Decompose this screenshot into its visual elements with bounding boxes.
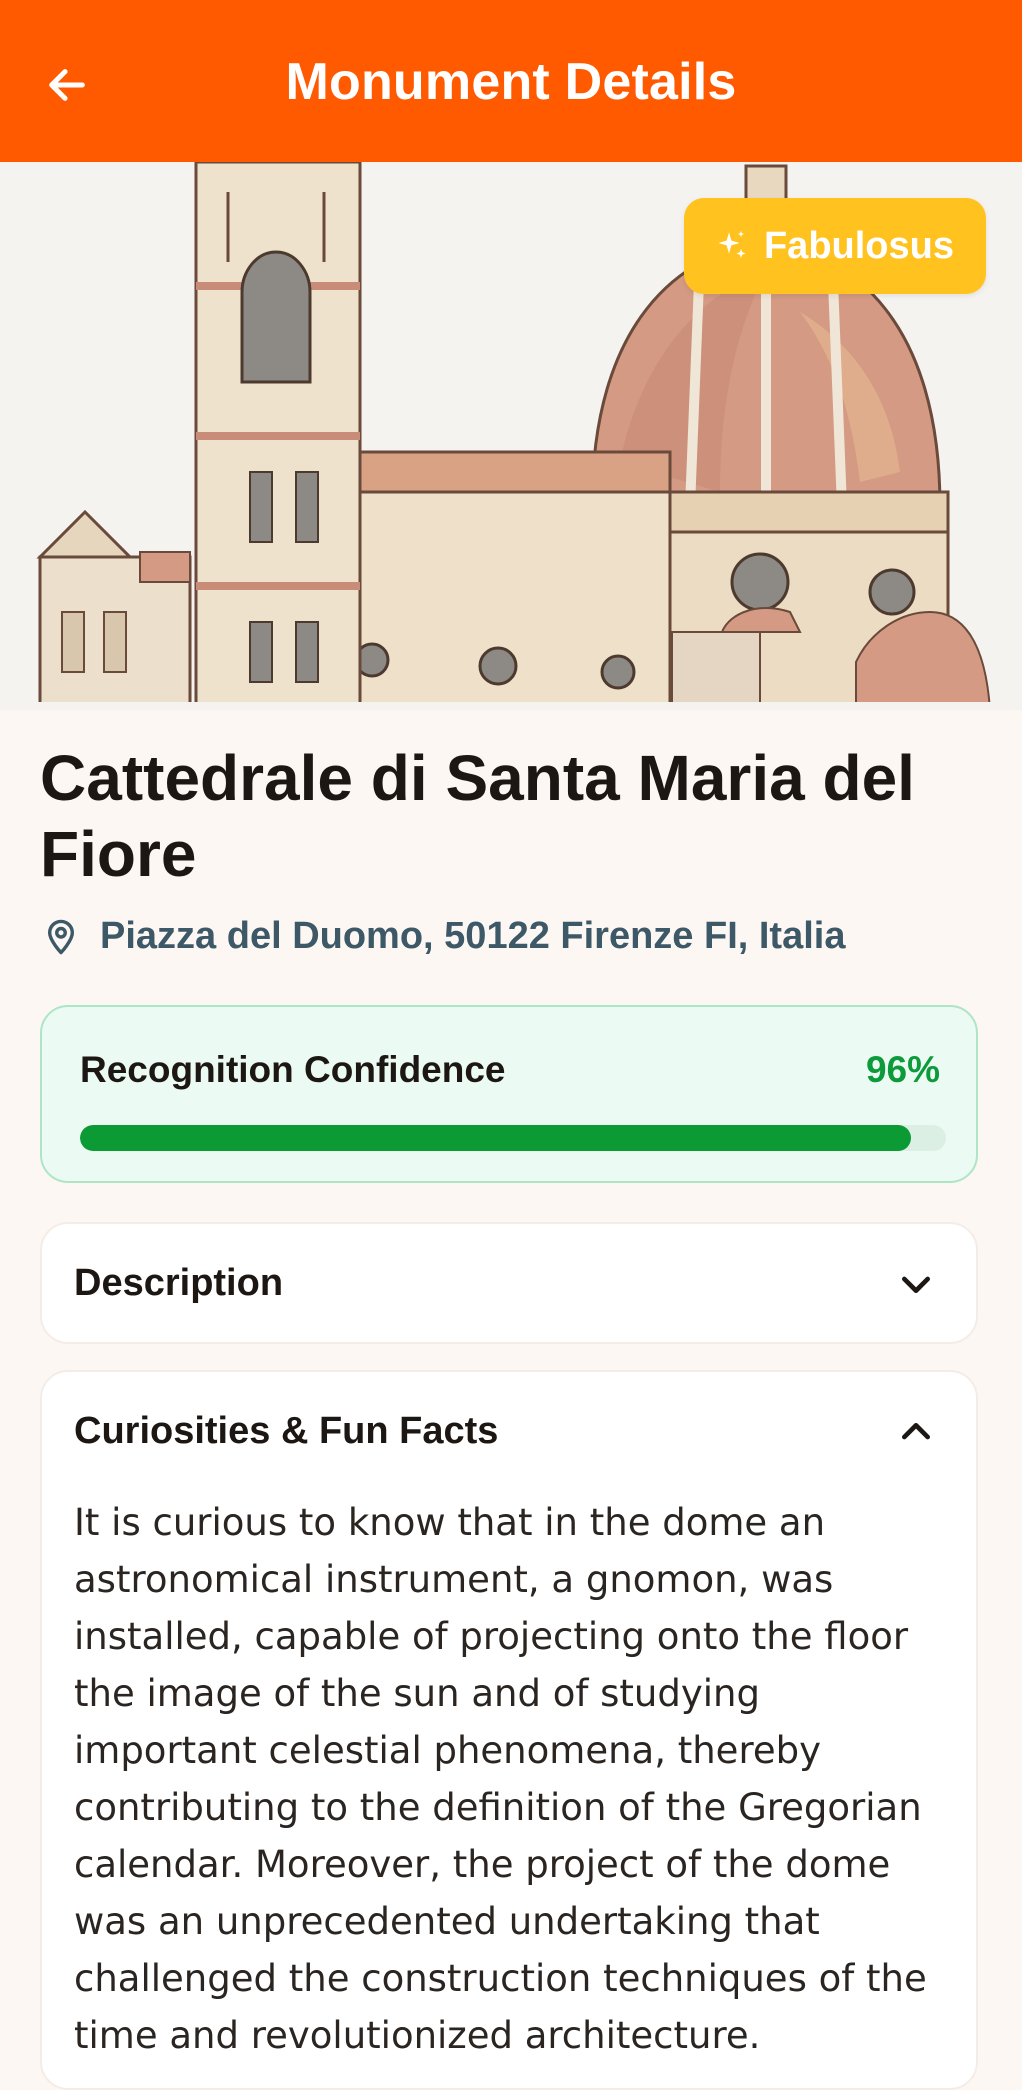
rating-badge-label: Fabulosus xyxy=(763,224,954,267)
confidence-label: Recognition Confidence xyxy=(80,1049,506,1090)
bell-tower xyxy=(194,162,362,710)
rating-badge[interactable]: Fabulosus xyxy=(683,198,986,294)
confidence-progress-fill xyxy=(80,1125,912,1151)
arrow-left-icon xyxy=(49,69,85,101)
address-text: Piazza del Duomo, 50122 Firenze FI, Ital… xyxy=(100,915,846,957)
curiosities-text: It is curious to know that in the dome a… xyxy=(74,1501,927,2057)
app-bar: Monument Details xyxy=(0,0,1022,162)
monument-address: Piazza del Duomo, 50122 Firenze FI, Ital… xyxy=(44,915,845,958)
description-section[interactable]: Description xyxy=(40,1222,978,1344)
recognition-confidence-card: Recognition Confidence 96% xyxy=(40,1005,978,1183)
description-title: Description xyxy=(74,1262,284,1304)
confidence-progress-bar xyxy=(80,1125,946,1151)
chevron-up-icon[interactable] xyxy=(896,1412,936,1452)
sparkles-icon xyxy=(718,231,746,258)
confidence-value: 96% xyxy=(865,1049,940,1090)
page-title: Monument Details xyxy=(285,53,737,111)
curiosities-section: Curiosities & Fun Facts It is curious to… xyxy=(40,1370,978,2090)
chevron-down-icon xyxy=(902,1276,930,1293)
curiosities-title[interactable]: Curiosities & Fun Facts xyxy=(74,1410,498,1453)
monument-name: Cattedrale di Santa Maria del Fiore xyxy=(40,742,915,890)
back-button[interactable] xyxy=(38,56,96,114)
monument-image: Fabulosus xyxy=(0,162,1022,710)
map-pin-icon xyxy=(47,919,75,954)
